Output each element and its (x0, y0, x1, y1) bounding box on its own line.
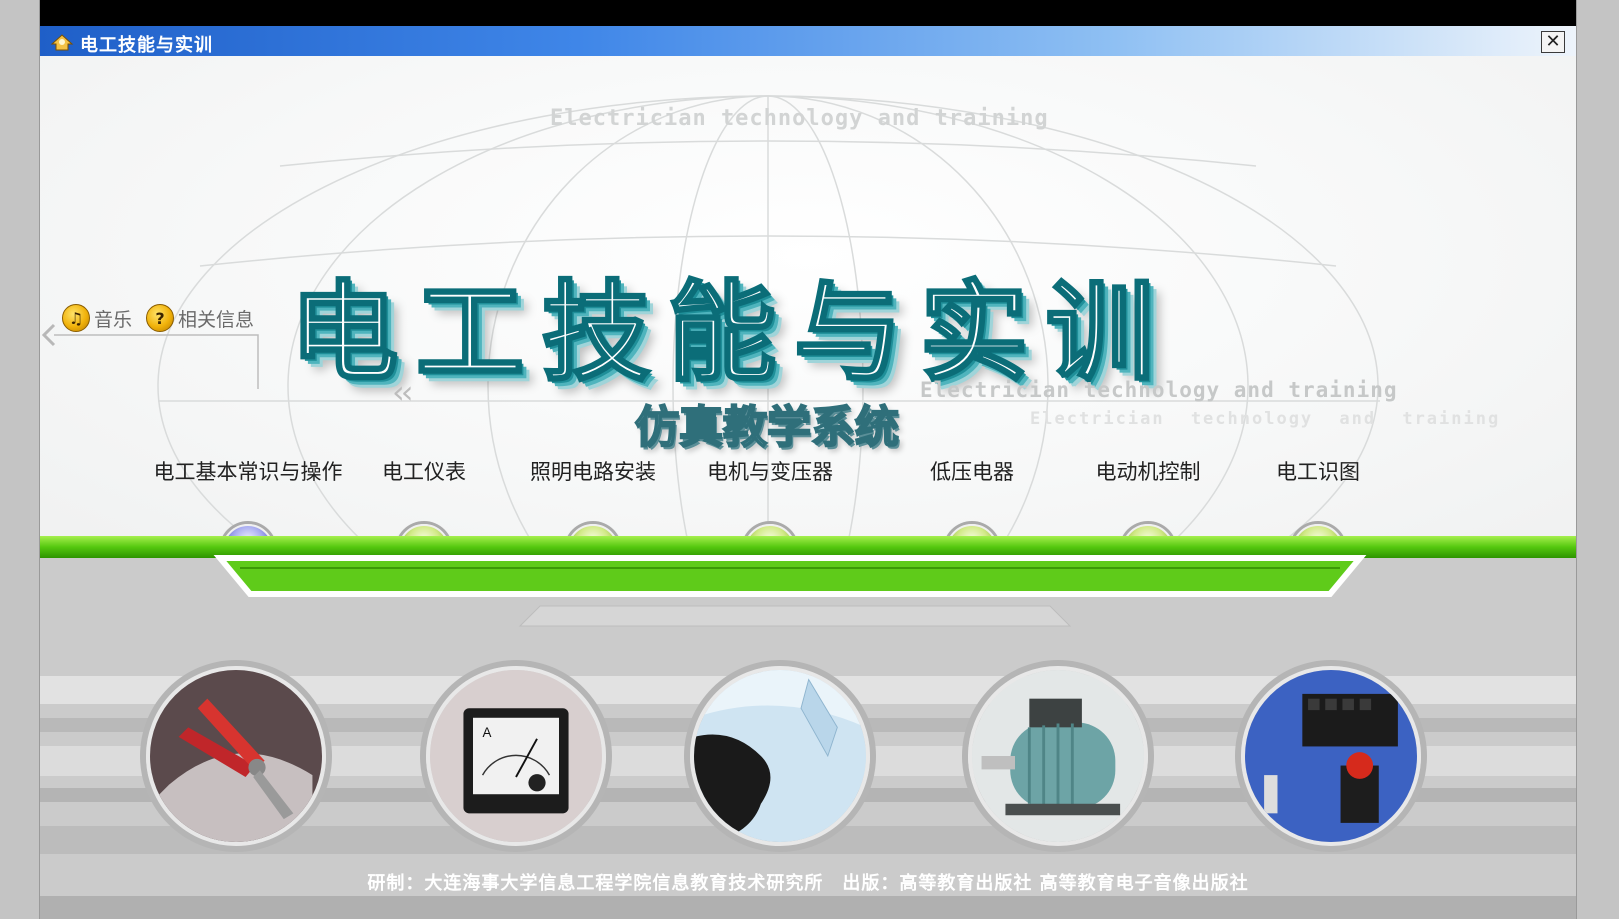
close-button[interactable]: ✕ (1541, 31, 1565, 53)
double-chevron-left-icon: ‹‹ (392, 373, 414, 411)
nav-label: 电工基本常识与操作 (153, 460, 343, 484)
electrical-parts-photo[interactable] (1241, 666, 1421, 846)
lamp-icon (694, 670, 866, 842)
left-desktop-gutter (0, 0, 40, 919)
subtitle: 仿真教学系统 (634, 401, 900, 454)
motor-photo[interactable] (968, 666, 1148, 846)
ammeter-photo[interactable]: A (426, 666, 606, 846)
lighting-photo[interactable] (690, 666, 870, 846)
top-black-strip (0, 0, 1619, 26)
credits-footer: 研制：大连海事大学信息工程学院信息教育技术研究所 出版：高等教育出版社 高等教育… (367, 873, 1249, 894)
pliers-icon (150, 670, 322, 842)
app-icon (50, 30, 74, 52)
app-window: 电工技能与实训 ✕ Electrician technology and tra… (40, 26, 1576, 919)
relay-icon (1245, 670, 1417, 842)
green-bar-tray (213, 555, 1367, 597)
nav-label: 电动机控制 (1095, 460, 1201, 484)
bracket-line (41, 323, 259, 389)
main-stage: Electrician technology and training 电工技能… (40, 56, 1576, 576)
nav-label: 电工仪表 (382, 460, 466, 484)
svg-text:A: A (483, 725, 492, 740)
window-title: 电工技能与实训 (80, 35, 213, 56)
tools-photo[interactable] (146, 666, 326, 846)
right-desktop-gutter (1576, 0, 1619, 919)
title-bar[interactable]: 电工技能与实训 ✕ (40, 26, 1576, 56)
nav-label: 电机与变压器 (707, 460, 833, 484)
nav-label: 电工识图 (1276, 460, 1360, 484)
english-watermark-top: Electrician technology and training (550, 106, 1049, 131)
motor-icon (972, 670, 1144, 842)
english-watermark-mid: Electrician technology and training (920, 378, 1398, 402)
nav-label: 照明电路安装 (530, 460, 656, 484)
nav-label: 低压电器 (930, 460, 1014, 484)
english-watermark-low: Electrician technology and training (1030, 409, 1501, 429)
ammeter-icon: A (430, 670, 602, 842)
